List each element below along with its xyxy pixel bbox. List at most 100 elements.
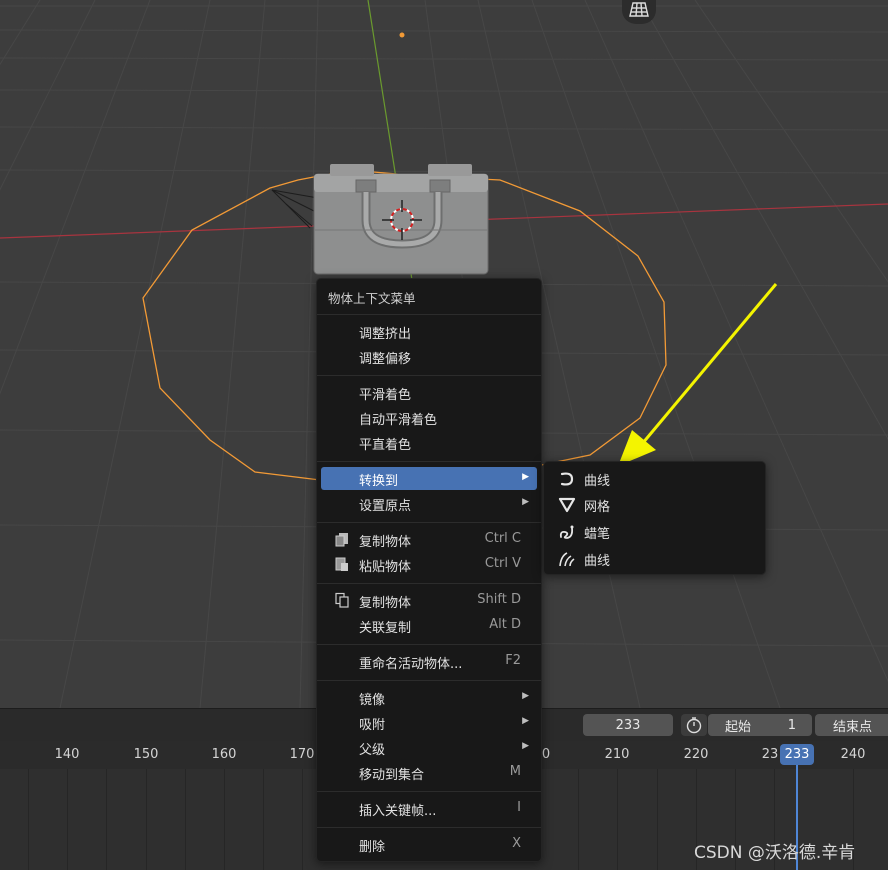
submenu-item-label: 曲线 <box>584 554 611 569</box>
paste-icon <box>335 557 348 571</box>
grid-view-icon <box>629 2 649 17</box>
menu-item-duplicate-objects[interactable]: 复制物体 Shift D <box>321 589 537 612</box>
menu-item-label: 粘贴物体 <box>359 560 412 575</box>
curve-icon <box>560 472 574 486</box>
submenu-item-curves[interactable]: 曲线 <box>548 546 762 570</box>
curves-hair-icon <box>559 552 575 567</box>
menu-item-mirror[interactable]: 镜像 ▶ <box>321 686 537 709</box>
menu-item-shortcut: Alt D <box>489 617 521 632</box>
submenu-arrow-icon: ▶ <box>522 497 529 507</box>
mesh-icon <box>558 497 576 513</box>
menu-item-label: 调整偏移 <box>359 352 412 367</box>
submenu-arrow-icon: ▶ <box>522 741 529 751</box>
ruler-tick: 0 <box>541 747 551 762</box>
current-frame-field[interactable]: 233 <box>583 714 673 736</box>
submenu-item-label: 曲线 <box>584 474 611 489</box>
ruler-tick: 210 <box>604 747 630 762</box>
menu-item-label: 重命名活动物体... <box>359 657 463 672</box>
submenu-arrow-icon: ▶ <box>522 716 529 726</box>
menu-separator <box>317 680 541 681</box>
menu-item-label: 插入关键帧... <box>359 804 437 819</box>
menu-item-shortcut: M <box>509 764 521 779</box>
menu-item-shortcut: X <box>512 836 521 851</box>
start-frame-value: 1 <box>787 717 796 733</box>
menu-item-label: 自动平滑着色 <box>359 413 438 428</box>
menu-item-shade-smooth[interactable]: 平滑着色 <box>321 381 537 404</box>
end-frame-label: 结束点 <box>833 719 873 735</box>
menu-item-label: 吸附 <box>359 718 386 733</box>
ruler-tick: 23 <box>761 747 779 762</box>
menu-item-set-origin[interactable]: 设置原点 ▶ <box>321 492 537 515</box>
submenu-item-label: 蜡笔 <box>584 527 611 542</box>
grease-pencil-icon <box>559 525 574 539</box>
menu-separator <box>317 522 541 523</box>
submenu-arrow-icon: ▶ <box>522 472 529 482</box>
menu-item-move-to-collection[interactable]: 移动到集合 M <box>321 761 537 784</box>
menu-item-delete[interactable]: 删除 X <box>321 833 537 856</box>
menu-item-rename-active[interactable]: 重命名活动物体... F2 <box>321 650 537 673</box>
auto-keying-toggle[interactable] <box>681 714 707 736</box>
context-menu-title: 物体上下文菜单 <box>328 291 416 306</box>
menu-item-snap[interactable]: 吸附 ▶ <box>321 711 537 734</box>
menu-item-shortcut: F2 <box>505 653 521 668</box>
menu-item-adjust-extrusion[interactable]: 调整挤出 <box>321 320 537 343</box>
menu-item-label: 删除 <box>359 840 386 855</box>
menu-separator <box>317 314 541 315</box>
menu-item-shortcut: Ctrl V <box>484 556 521 571</box>
watermark-text: CSDN @沃洛德.辛肯 <box>694 843 856 863</box>
menu-separator <box>317 375 541 376</box>
menu-separator <box>317 583 541 584</box>
ruler-tick: 220 <box>683 747 709 762</box>
menu-item-label: 镜像 <box>359 693 386 708</box>
submenu-item-label: 网格 <box>584 500 611 515</box>
duplicate-icon <box>335 592 349 608</box>
menu-item-shortcut: Ctrl C <box>484 531 521 546</box>
playhead-frame-value: 233 <box>784 747 810 762</box>
end-frame-field[interactable]: 结束点 <box>815 714 888 736</box>
playhead-frame-badge[interactable]: 233 <box>780 744 814 765</box>
current-frame-value: 233 <box>615 717 641 733</box>
menu-item-label: 平滑着色 <box>359 388 412 403</box>
menu-item-paste-objects[interactable]: 粘贴物体 Ctrl V <box>321 553 537 576</box>
menu-item-label: 移动到集合 <box>359 768 425 783</box>
menu-item-label: 关联复制 <box>359 621 412 636</box>
menu-item-duplicate-linked[interactable]: 关联复制 Alt D <box>321 614 537 637</box>
menu-separator <box>317 827 541 828</box>
ruler-tick: 170 <box>289 747 315 762</box>
start-frame-label: 起始 <box>725 719 752 735</box>
ruler-tick: 160 <box>211 747 237 762</box>
ruler-tick: 140 <box>54 747 80 762</box>
submenu-item-curve[interactable]: 曲线 <box>548 466 762 490</box>
menu-item-label: 平直着色 <box>359 438 412 453</box>
menu-separator <box>317 791 541 792</box>
submenu-arrow-icon: ▶ <box>522 691 529 701</box>
menu-item-label: 复制物体 <box>359 535 412 550</box>
convert-to-submenu: 曲线 网格 蜡笔 曲线 <box>543 461 766 575</box>
menu-item-copy-objects[interactable]: 复制物体 Ctrl C <box>321 528 537 551</box>
ruler-tick: 240 <box>840 747 866 762</box>
menu-item-shortcut: I <box>517 800 521 815</box>
menu-item-label: 父级 <box>359 743 386 758</box>
light-origin <box>399 32 405 38</box>
menu-item-adjust-offset[interactable]: 调整偏移 <box>321 345 537 368</box>
object-context-menu: 物体上下文菜单 调整挤出 调整偏移 平滑着色 自动平滑着色 平直着色 转换到 ▶… <box>316 278 542 862</box>
menu-separator <box>317 461 541 462</box>
menu-item-label: 调整挤出 <box>359 327 412 342</box>
menu-separator <box>317 644 541 645</box>
submenu-item-mesh[interactable]: 网格 <box>548 492 762 516</box>
toggle-grid-view-button[interactable] <box>622 0 656 24</box>
start-frame-field[interactable]: 起始 1 <box>708 714 812 736</box>
menu-item-shade-auto-smooth[interactable]: 自动平滑着色 <box>321 406 537 429</box>
menu-item-shortcut: Shift D <box>477 592 521 607</box>
toolbox-object <box>313 164 489 275</box>
submenu-item-grease-pencil[interactable]: 蜡笔 <box>548 519 762 543</box>
menu-item-insert-keyframe[interactable]: 插入关键帧... I <box>321 797 537 820</box>
menu-item-label: 转换到 <box>359 474 399 489</box>
stopwatch-icon <box>686 717 702 734</box>
menu-item-label: 设置原点 <box>359 499 412 514</box>
menu-item-convert-to[interactable]: 转换到 ▶ <box>321 467 537 490</box>
menu-item-parent[interactable]: 父级 ▶ <box>321 736 537 759</box>
copy-icon <box>335 533 348 547</box>
camera-object <box>271 189 319 229</box>
menu-item-shade-flat[interactable]: 平直着色 <box>321 431 537 454</box>
